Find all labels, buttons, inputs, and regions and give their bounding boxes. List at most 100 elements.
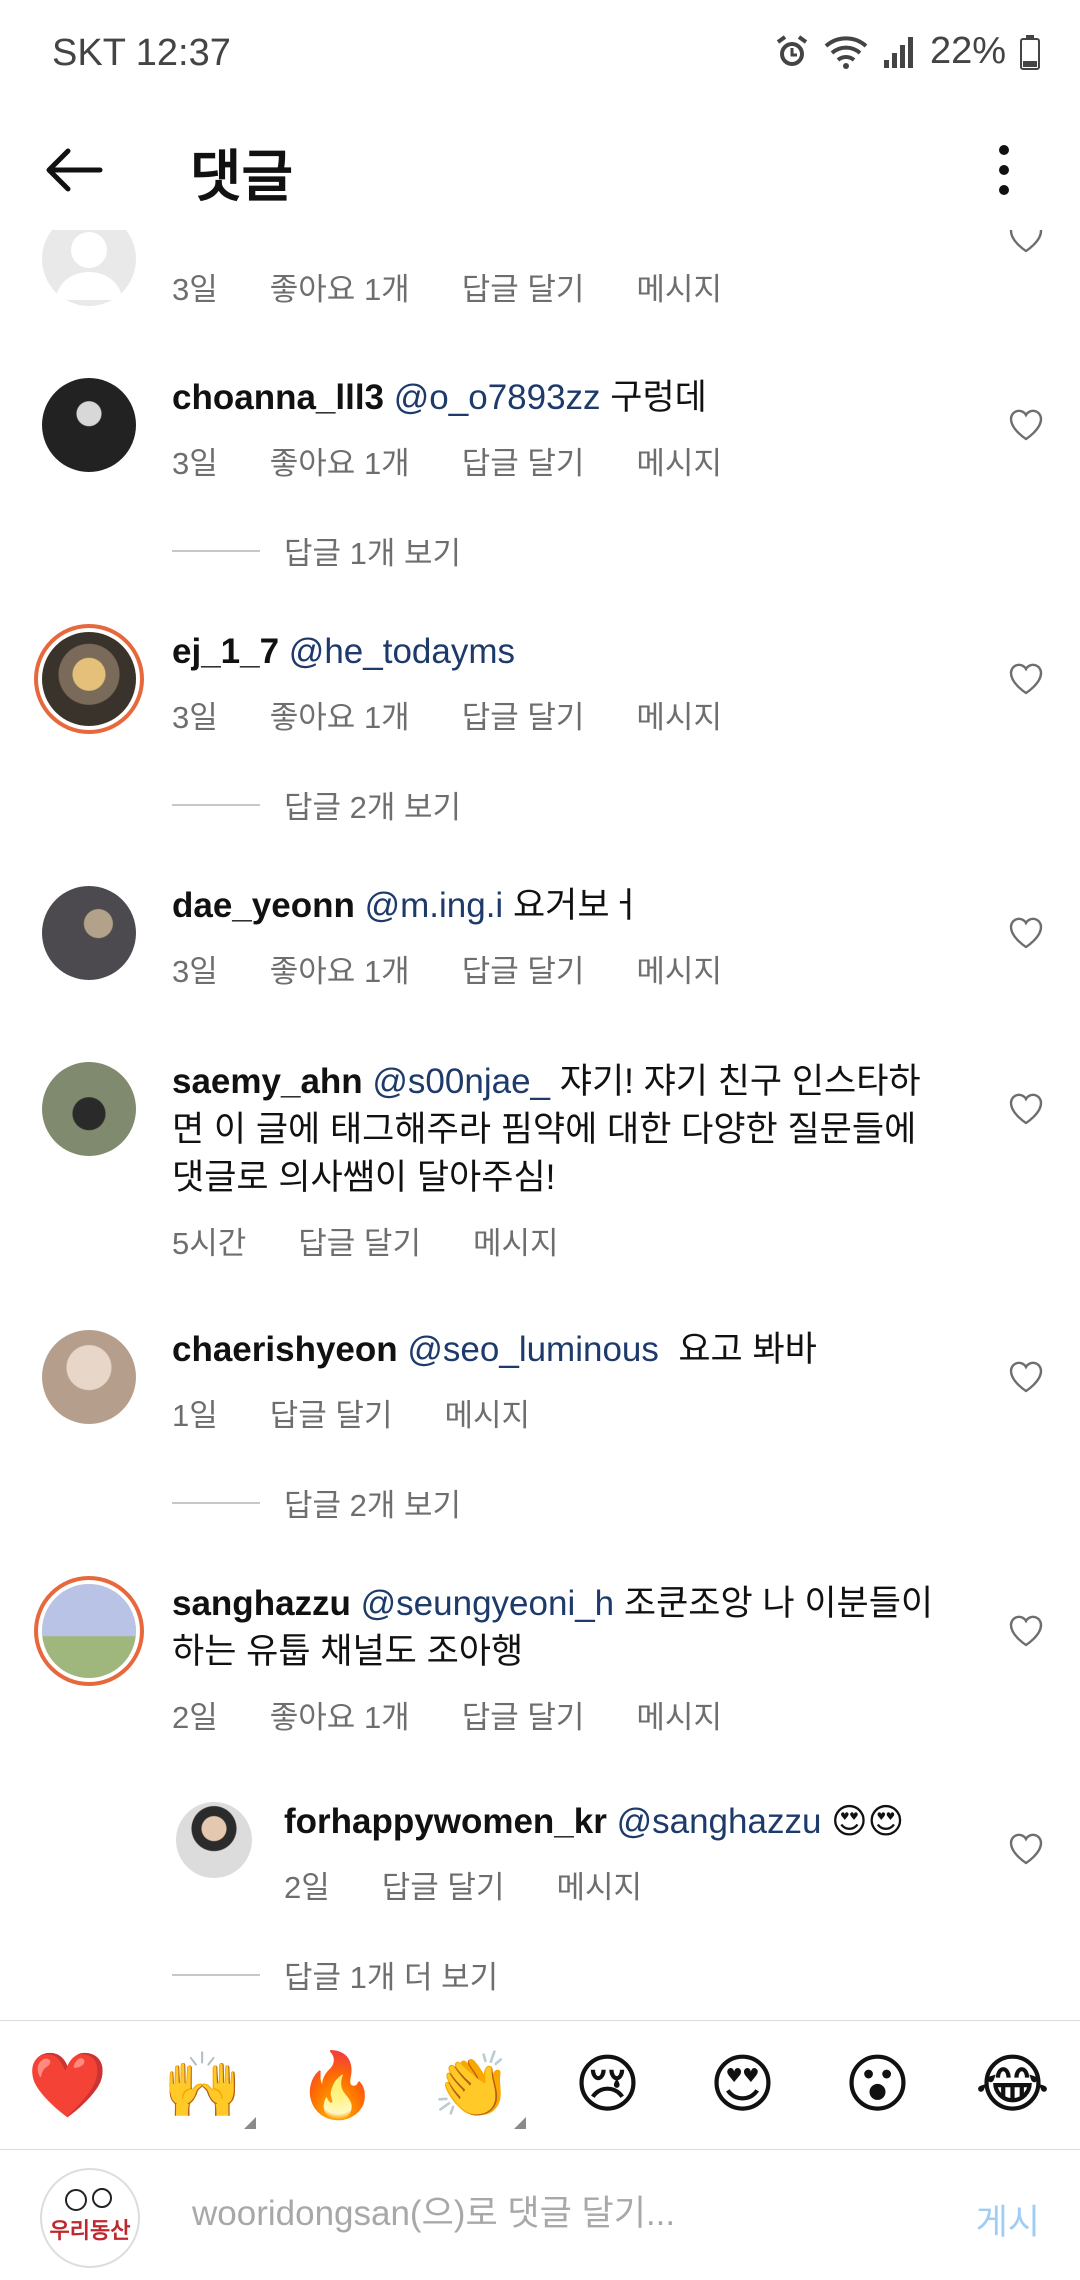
emoji-fire[interactable]: 🔥 (293, 2048, 383, 2123)
message-button[interactable]: 메시지 (636, 1692, 722, 1737)
wifi-icon (824, 35, 868, 69)
comment-time: 3일 (172, 954, 218, 989)
skin-tone-indicator (243, 2116, 256, 2129)
status-carrier-time: SKT 12:37 (52, 32, 231, 74)
message-button[interactable]: 메시지 (636, 264, 722, 309)
message-button[interactable]: 메시지 (636, 438, 722, 483)
view-replies-button[interactable]: 답글 1개 보기 (172, 528, 461, 573)
comment-time: 2일 (284, 1870, 330, 1905)
emoji-surprised[interactable]: 😮 (833, 2048, 923, 2122)
comment-text: forhappywomen_kr @sanghazzu 😍😍 (284, 1798, 964, 1846)
view-replies-button[interactable]: 답글 2개 보기 (172, 782, 461, 827)
message-button[interactable]: 메시지 (636, 692, 722, 737)
comment-username[interactable]: choanna_lll3 (172, 378, 384, 417)
like-heart-icon[interactable] (1008, 1092, 1044, 1126)
like-heart-icon[interactable] (1008, 1614, 1044, 1648)
message-button[interactable]: 메시지 (473, 1218, 559, 1263)
avatar[interactable] (42, 1062, 136, 1156)
comment-meta: 1일 답글 달기 메시지 (172, 1390, 952, 1435)
signal-icon (883, 36, 913, 68)
comment-text: dae_yeonn @m.ing.i 요거보ㅓ (172, 882, 952, 930)
likes-count[interactable]: 좋아요 1개 (270, 438, 410, 483)
emoji-laughing-tears[interactable]: 😂 (968, 2048, 1058, 2122)
like-heart-icon[interactable] (1008, 662, 1044, 696)
likes-count[interactable]: 좋아요 1개 (270, 692, 410, 737)
comment-mention[interactable]: @o_o7893zz (394, 378, 601, 417)
message-button[interactable]: 메시지 (444, 1390, 530, 1435)
more-options-icon[interactable] (968, 134, 1040, 206)
reply-button[interactable]: 답글 달기 (382, 1862, 505, 1907)
post-button[interactable]: 게시 (976, 2194, 1040, 2245)
comment-meta: 3일 좋아요 1개 답글 달기 메시지 (172, 692, 952, 737)
likes-count[interactable]: 좋아요 1개 (270, 264, 410, 309)
view-more-replies-button[interactable]: 답글 1개 더 보기 (172, 1952, 498, 1997)
emoji-crying[interactable]: 😢 (563, 2048, 653, 2122)
emoji-heart[interactable]: ❤️ (23, 2048, 113, 2123)
emoji-quick-bar: ❤️ 🙌 🔥 👏 😢 😍 😮 😂 (0, 2020, 1080, 2150)
avatar[interactable] (176, 1802, 252, 1878)
message-button[interactable]: 메시지 (556, 1862, 642, 1907)
emoji-heart-eyes[interactable]: 😍 (698, 2048, 788, 2122)
comment-time: 3일 (172, 272, 218, 307)
my-profile-avatar[interactable]: 우리동산 (40, 2168, 140, 2268)
reply-button[interactable]: 답글 달기 (462, 264, 585, 309)
likes-count[interactable]: 좋아요 1개 (270, 946, 410, 991)
avatar[interactable] (42, 886, 136, 980)
clipped-comment-text (172, 230, 472, 238)
comment-mention[interactable]: @seungyeoni_h (361, 1584, 615, 1623)
view-replies-button[interactable]: 답글 2개 보기 (172, 1480, 461, 1525)
comment-username[interactable]: forhappywomen_kr (284, 1802, 607, 1841)
status-icons: 22% (774, 30, 1040, 73)
comment-mention[interactable]: @m.ing.i (365, 886, 504, 925)
comment-username[interactable]: ej_1_7 (172, 632, 279, 671)
comment-time: 1일 (172, 1398, 218, 1433)
comment-text: sanghazzu @seungyeoni_h 조쿤조앙 나 이분들이 하는 유… (172, 1580, 952, 1676)
comment-mention[interactable]: @seo_luminous (407, 1330, 659, 1369)
avatar[interactable] (42, 378, 136, 472)
like-heart-icon[interactable] (1008, 916, 1044, 950)
comment-text: ej_1_7 @he_todayms (172, 628, 952, 676)
comment-username[interactable]: saemy_ahn (172, 1062, 363, 1101)
comment-username[interactable]: dae_yeonn (172, 886, 355, 925)
reply-button[interactable]: 답글 달기 (462, 1692, 585, 1737)
avatar-with-story-ring[interactable] (42, 632, 136, 726)
avatar-default[interactable] (42, 230, 136, 306)
battery-percent: 22% (929, 30, 1006, 72)
avatar[interactable] (42, 1330, 136, 1424)
comment-text: chaerishyeon @seo_luminous 요고 봐바 (172, 1326, 952, 1374)
reply-button[interactable]: 답글 달기 (298, 1218, 421, 1263)
like-heart-icon[interactable] (1008, 230, 1044, 254)
comment-mention[interactable]: @he_todayms (289, 632, 515, 671)
comment-content: 😍😍 (821, 1802, 905, 1841)
like-heart-icon[interactable] (1008, 408, 1044, 442)
skin-tone-indicator (513, 2116, 526, 2129)
comment-meta: 3일 좋아요 1개 답글 달기 메시지 (172, 946, 952, 991)
likes-count[interactable]: 좋아요 1개 (270, 1692, 410, 1737)
comment-username[interactable]: sanghazzu (172, 1584, 351, 1623)
back-arrow-icon[interactable] (38, 134, 110, 206)
reply-button[interactable]: 답글 달기 (270, 1390, 393, 1435)
alarm-icon (776, 34, 808, 66)
reply-button[interactable]: 답글 달기 (462, 438, 585, 483)
comment-meta: 2일 좋아요 1개 답글 달기 메시지 (172, 1692, 952, 1737)
avatar-with-story-ring[interactable] (42, 1584, 136, 1678)
comment-text: choanna_lll3 @o_o7893zz 구렁데 (172, 374, 952, 422)
emoji-clapping[interactable]: 👏 (428, 2048, 526, 2129)
message-button[interactable]: 메시지 (636, 946, 722, 991)
comment-list[interactable]: 3일 좋아요 1개 답글 달기 메시지 choanna_lll3 @o_o789… (0, 230, 1080, 2020)
top-app-bar: 댓글 (0, 110, 1080, 230)
comment-input-bar: 우리동산 게시 (0, 2150, 1080, 2280)
reply-button[interactable]: 답글 달기 (462, 692, 585, 737)
comment-mention[interactable]: @s00njae_ (372, 1062, 550, 1101)
comment-meta: 3일 좋아요 1개 답글 달기 메시지 (172, 264, 952, 309)
comment-username[interactable]: chaerishyeon (172, 1330, 398, 1369)
like-heart-icon[interactable] (1008, 1360, 1044, 1394)
comment-time: 3일 (172, 446, 218, 481)
comment-mention[interactable]: @sanghazzu (617, 1802, 822, 1841)
like-heart-icon[interactable] (1008, 1832, 1044, 1866)
avatar-logo-image: 우리동산 (50, 2188, 130, 2244)
page-title: 댓글 (190, 145, 294, 208)
comment-input[interactable] (190, 2180, 934, 2248)
reply-button[interactable]: 답글 달기 (462, 946, 585, 991)
emoji-raising-hands[interactable]: 🙌 (158, 2048, 256, 2129)
